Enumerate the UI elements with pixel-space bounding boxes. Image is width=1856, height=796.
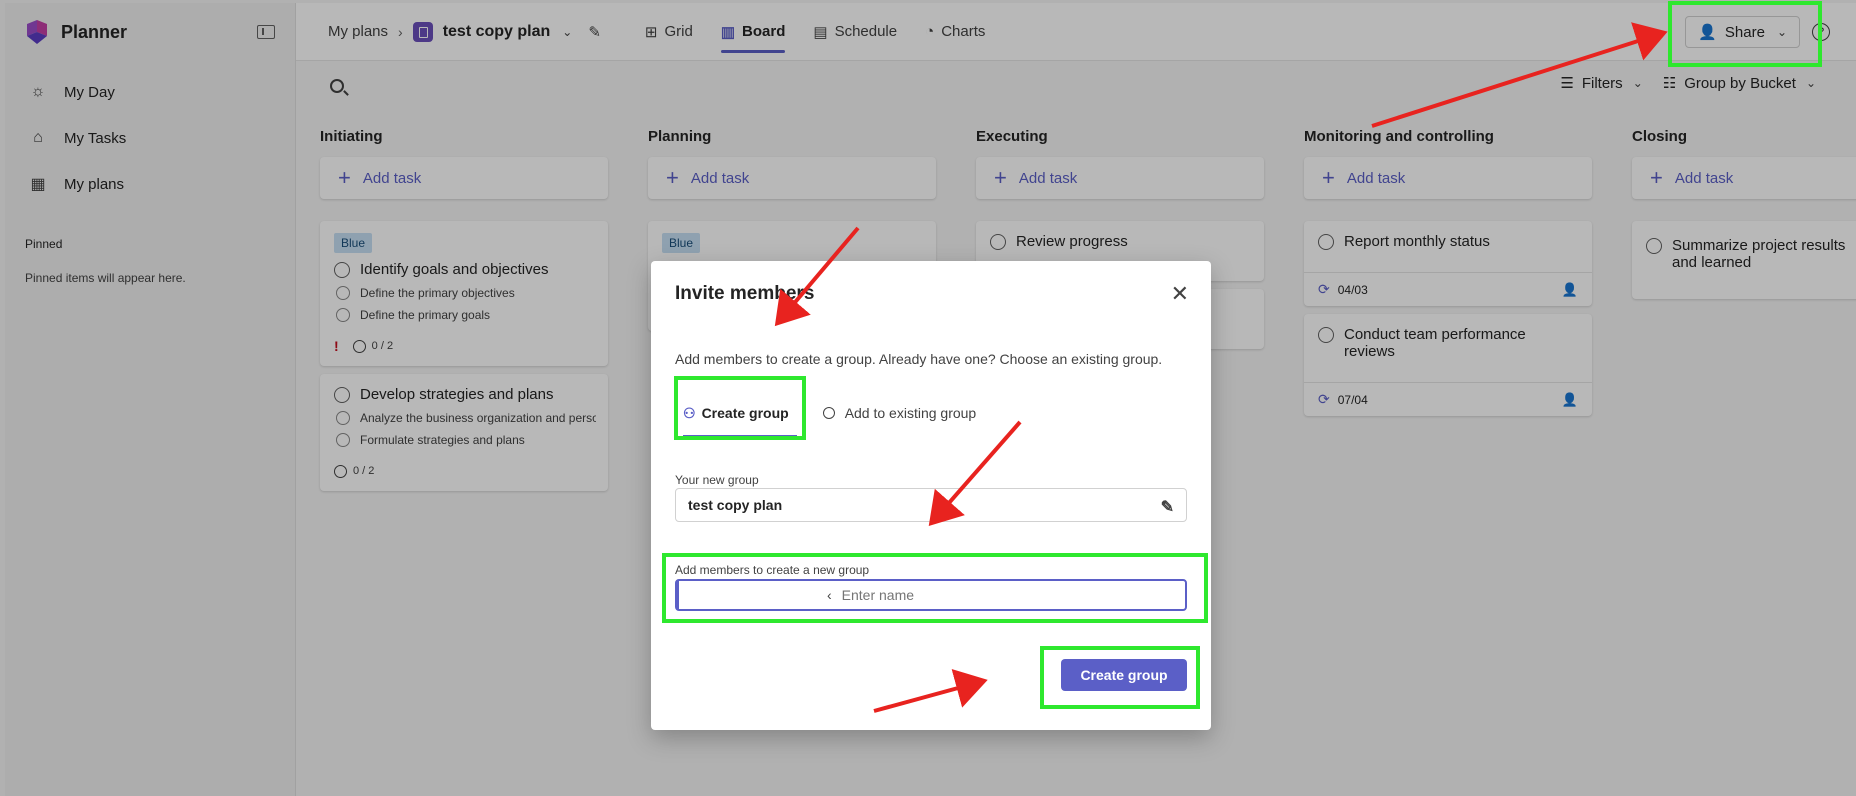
highlight-create-button — [1040, 646, 1200, 709]
dialog-title: Invite members — [675, 283, 815, 304]
tab-add-existing-group[interactable]: Add to existing group — [815, 393, 985, 433]
group-name-field[interactable]: test copy plan ✎ — [675, 488, 1187, 522]
search-icon — [822, 407, 835, 419]
group-name-label: Your new group — [675, 473, 759, 487]
pencil-edit-icon[interactable]: ✎ — [1161, 497, 1174, 517]
group-name-value: test copy plan — [688, 497, 783, 513]
highlight-members-field — [662, 553, 1208, 623]
highlight-create-tab — [674, 376, 806, 440]
dialog-description: Add members to create a group. Already h… — [675, 351, 1163, 367]
tab-label: Add to existing group — [844, 405, 977, 421]
highlight-share — [1668, 1, 1822, 67]
close-icon[interactable]: ✕ — [1171, 281, 1189, 307]
